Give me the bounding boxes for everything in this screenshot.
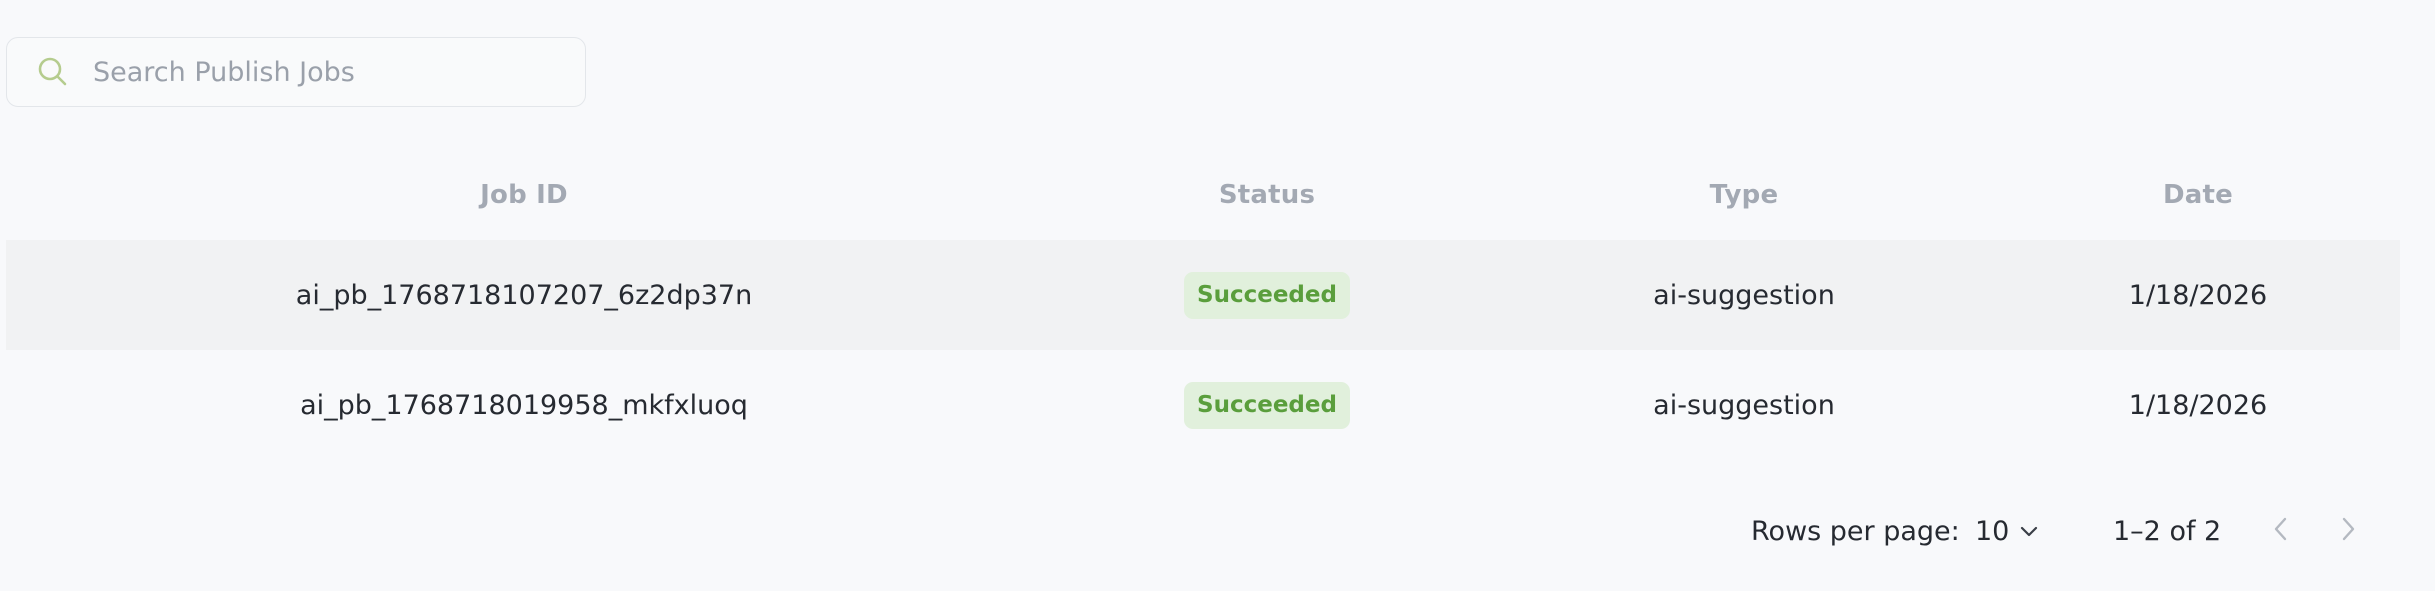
status-cell: Succeeded [1042,271,1492,319]
next-page-button[interactable] [2326,505,2370,557]
column-header-job-id[interactable]: Job ID [6,180,1042,210]
status-cell: Succeeded [1042,381,1492,429]
rows-per-page-value: 10 [1975,515,2010,547]
search-input[interactable] [91,55,555,89]
page-range: 1–2 of 2 [2113,515,2222,547]
chevron-right-icon [2339,515,2357,547]
column-header-date[interactable]: Date [1996,180,2400,210]
chevron-left-icon [2272,515,2290,547]
job-id-cell: ai_pb_1768718019958_mkfxluoq [300,389,748,421]
type-cell: ai-suggestion [1653,389,1835,421]
job-id-cell: ai_pb_1768718107207_6z2dp37n [295,279,753,311]
date-cell: 1/18/2026 [2128,389,2268,421]
chevron-down-icon [2019,524,2039,538]
status-badge: Succeeded [1184,381,1350,429]
publish-jobs-table: Job ID Status Type Date ai_pb_1768718107… [6,150,2400,460]
search-icon [35,54,71,90]
previous-page-button[interactable] [2259,505,2303,557]
search-box[interactable] [6,37,586,107]
pagination: Rows per page: 10 1–2 of 2 [0,505,2435,557]
rows-per-page-select[interactable]: 10 [1975,505,2039,557]
column-header-type[interactable]: Type [1492,180,1996,210]
table-header-row: Job ID Status Type Date [6,150,2400,240]
status-badge: Succeeded [1184,271,1350,319]
publish-jobs-page: Job ID Status Type Date ai_pb_1768718107… [0,0,2435,591]
table-row[interactable]: ai_pb_1768718019958_mkfxluoq Succeeded a… [6,350,2400,460]
rows-per-page-label: Rows per page: [1751,515,1960,547]
table-row[interactable]: ai_pb_1768718107207_6z2dp37n Succeeded a… [6,240,2400,350]
date-cell: 1/18/2026 [2128,279,2268,311]
column-header-status[interactable]: Status [1042,180,1492,210]
type-cell: ai-suggestion [1653,279,1835,311]
